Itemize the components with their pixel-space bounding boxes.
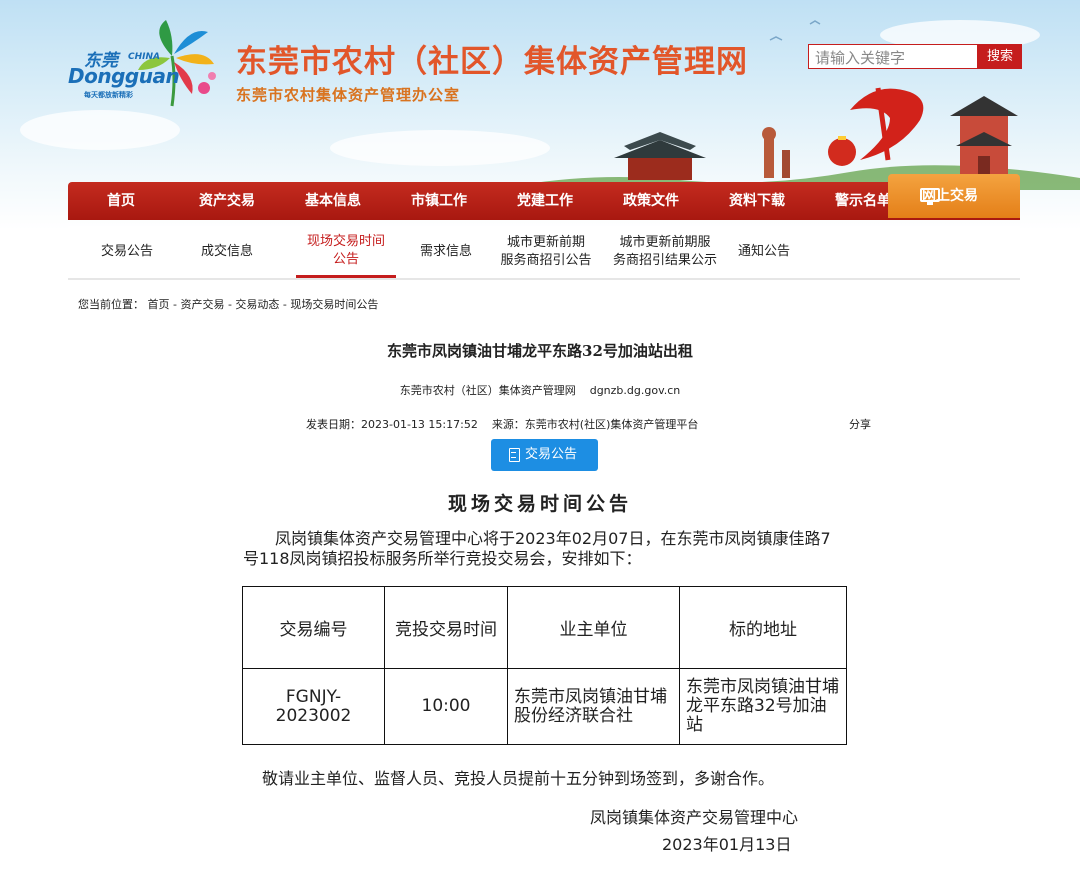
subnav-item[interactable]: 需求信息 xyxy=(408,226,484,278)
main-nav: 首页 资产交易 基本信息 市镇工作 党建工作 政策文件 资料下载 警示名单 xyxy=(68,182,1020,220)
subnav-label: 成交信息 xyxy=(200,244,253,259)
table-cell: FGNJY-2023002 xyxy=(242,668,385,745)
nav-item-home[interactable]: 首页 xyxy=(68,182,174,220)
sub-nav: 交易公告 成交信息 现场交易时间 公告 需求信息 城市更新前期 服务商招引公告 … xyxy=(68,226,1020,280)
document-icon xyxy=(509,448,520,462)
search-button[interactable]: 搜索 xyxy=(978,44,1022,69)
table-header-cell: 竞投交易时间 xyxy=(384,586,508,669)
notice-title: 现场交易时间公告 xyxy=(447,493,632,515)
announcement-tag-button[interactable]: 交易公告 xyxy=(491,439,598,471)
subnav-label: 服务商招引公告 xyxy=(500,253,592,268)
nav-item-asset-trading[interactable]: 资产交易 xyxy=(174,182,280,220)
article-title: 东莞市凤岗镇油甘埔龙平东路32号加油站出租 xyxy=(387,342,693,360)
subnav-label: 现场交易时间 xyxy=(306,233,385,249)
nav-item-downloads[interactable]: 资料下载 xyxy=(704,182,810,220)
table-header-cell: 标的地址 xyxy=(679,586,847,669)
subnav-label: 需求信息 xyxy=(419,244,472,259)
table-cell: 10:00 xyxy=(384,668,508,745)
notice-closing: 敬请业主单位、监督人员、竞投人员提前十五分钟到场签到，多谢合作。 xyxy=(262,769,775,788)
subnav-item-active[interactable]: 现场交易时间 公告 xyxy=(296,226,396,278)
dongguan-logo[interactable]: 东莞 CHINA Dongguan 每天都放新精彩 xyxy=(66,18,216,108)
logo-china-text: CHINA xyxy=(128,52,160,62)
notice-intro: 凤岗镇集体资产交易管理中心将于2023年02月07日，在东莞市凤岗镇康佳路7号1… xyxy=(243,529,831,568)
subnav-item[interactable]: 通知公告 xyxy=(730,226,798,278)
subnav-label: 城市更新前期服 xyxy=(619,235,711,250)
table-cell: 东莞市凤岗镇油甘埔龙平东路32号加油站 xyxy=(679,668,847,745)
logo-english-text: Dongguan xyxy=(68,64,180,88)
nav-item-town-work[interactable]: 市镇工作 xyxy=(386,182,492,220)
online-trading-button[interactable]: 网上交易 xyxy=(888,174,1020,218)
site-title: 东莞市农村（社区）集体资产管理网 xyxy=(236,44,748,80)
subnav-label: 城市更新前期 xyxy=(506,235,585,250)
breadcrumb: 您当前位置： 首页 - 资产交易 - 交易动态 - 现场交易时间公告 xyxy=(78,298,379,311)
subnav-item[interactable]: 成交信息 xyxy=(178,226,276,278)
cloud-decoration xyxy=(330,130,550,166)
table-header-cell: 交易编号 xyxy=(242,586,385,669)
arrangement-table: 交易编号 竞投交易时间 业主单位 标的地址 FGNJY-2023002 10:0… xyxy=(242,586,847,745)
article-source: 东莞市农村（社区）集体资产管理网 dgnzb.dg.gov.cn xyxy=(399,384,681,397)
search-input[interactable]: 请输入关键字 xyxy=(808,44,978,69)
table-header-cell: 业主单位 xyxy=(507,586,680,669)
cloud-decoration xyxy=(20,110,180,150)
notice-signature: 凤岗镇集体资产交易管理中心 xyxy=(590,808,799,827)
subnav-label: 务商招引结果公示 xyxy=(612,253,717,268)
nav-item-party-work[interactable]: 党建工作 xyxy=(492,182,598,220)
share-link[interactable]: 分享 xyxy=(849,416,871,432)
notice-date: 2023年01月13日 xyxy=(662,835,792,854)
subnav-item[interactable]: 交易公告 xyxy=(76,226,178,278)
subnav-label: 交易公告 xyxy=(100,244,153,259)
table-cell: 东莞市凤岗镇油甘埔股份经济联合社 xyxy=(507,668,680,745)
table-header-row: 交易编号 竞投交易时间 业主单位 标的地址 xyxy=(242,586,847,669)
site-subtitle: 东莞市农村集体资产管理办公室 xyxy=(236,86,461,104)
nav-item-policy[interactable]: 政策文件 xyxy=(598,182,704,220)
landmarks-illustration xyxy=(520,20,1080,190)
table-row: FGNJY-2023002 10:00 东莞市凤岗镇油甘埔股份经济联合社 东莞市… xyxy=(242,668,847,745)
logo-slogan: 每天都放新精彩 xyxy=(84,91,133,99)
subnav-item[interactable]: 城市更新前期 服务商招引公告 xyxy=(492,226,600,278)
monitor-icon xyxy=(920,188,940,205)
subnav-label: 通知公告 xyxy=(737,244,790,259)
subnav-item[interactable]: 城市更新前期服 务商招引结果公示 xyxy=(608,226,722,278)
article-meta: 发表日期：2023-01-13 15:17:52 来源：东莞市农村(社区)集体资… xyxy=(306,418,699,431)
nav-item-basic-info[interactable]: 基本信息 xyxy=(280,182,386,220)
subnav-label: 公告 xyxy=(332,251,359,267)
